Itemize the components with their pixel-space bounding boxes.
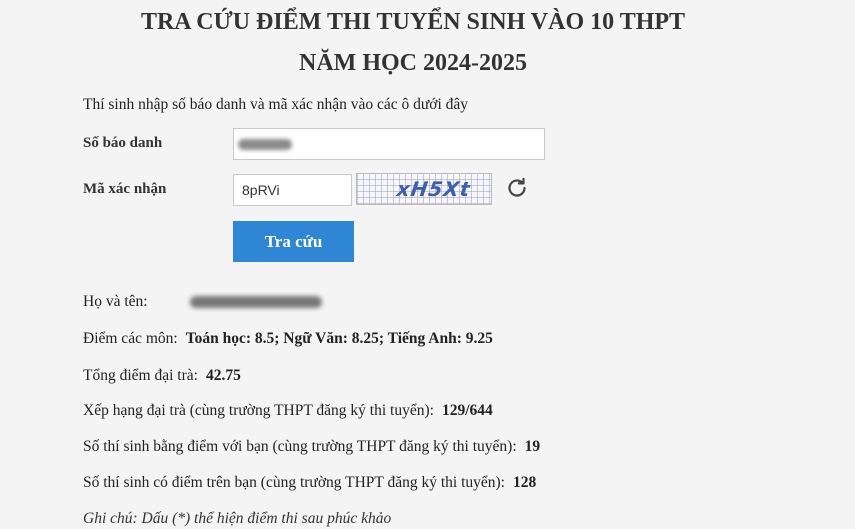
- name-redaction: [190, 296, 322, 308]
- page-title-line1: TRA CỨU ĐIỂM THI TUYỂN SINH VÀO 10 THPT: [140, 9, 686, 35]
- result-name-row: Họ và tên:: [83, 293, 148, 311]
- result-rank-row: Xếp hạng đại trà (cùng trường THPT đăng …: [83, 402, 493, 420]
- result-same-row: Số thí sinh bằng điểm với bạn (cùng trườ…: [83, 438, 540, 456]
- scores-label: Điểm các môn:: [83, 330, 178, 347]
- same-score-label: Số thí sinh bằng điểm với bạn (cùng trườ…: [83, 438, 517, 455]
- above-score-label: Số thí sinh có điểm trên bạn (cùng trườn…: [83, 474, 505, 491]
- rank-value: 129/644: [441, 402, 493, 419]
- refresh-icon[interactable]: [505, 176, 529, 200]
- captcha-input[interactable]: [233, 174, 352, 206]
- above-score-value: 128: [513, 474, 537, 491]
- name-label: Họ và tên:: [83, 293, 148, 310]
- result-total-row: Tổng điểm đại trà: 42.75: [83, 367, 241, 385]
- captcha-image: xH5Xt: [356, 173, 492, 205]
- submit-button[interactable]: Tra cứu: [233, 221, 354, 262]
- form-intro: Thí sinh nhập số báo danh và mã xác nhận…: [83, 96, 469, 113]
- page-title-line2: NĂM HỌC 2024-2025: [299, 50, 527, 76]
- captcha-label: Mã xác nhận: [83, 181, 167, 197]
- result-scores-row: Điểm các môn: Toán học: 8.5; Ngữ Văn: 8.2…: [83, 330, 493, 348]
- sbd-label: Số báo danh: [83, 135, 163, 151]
- result-note: Ghi chú: Dấu (*) thể hiện điểm thi sau p…: [83, 510, 392, 527]
- same-score-value: 19: [524, 438, 541, 455]
- total-value: 42.75: [205, 367, 241, 384]
- result-above-row: Số thí sinh có điểm trên bạn (cùng trườn…: [83, 474, 536, 492]
- captcha-image-text: xH5Xt: [395, 177, 473, 201]
- total-label: Tổng điểm đại trà:: [83, 367, 198, 384]
- scores-value: Toán học: 8.5; Ngữ Văn: 8.25; Tiếng Anh:…: [185, 330, 493, 347]
- rank-label: Xếp hạng đại trà (cùng trường THPT đăng …: [83, 402, 434, 419]
- sbd-redaction: [238, 139, 292, 150]
